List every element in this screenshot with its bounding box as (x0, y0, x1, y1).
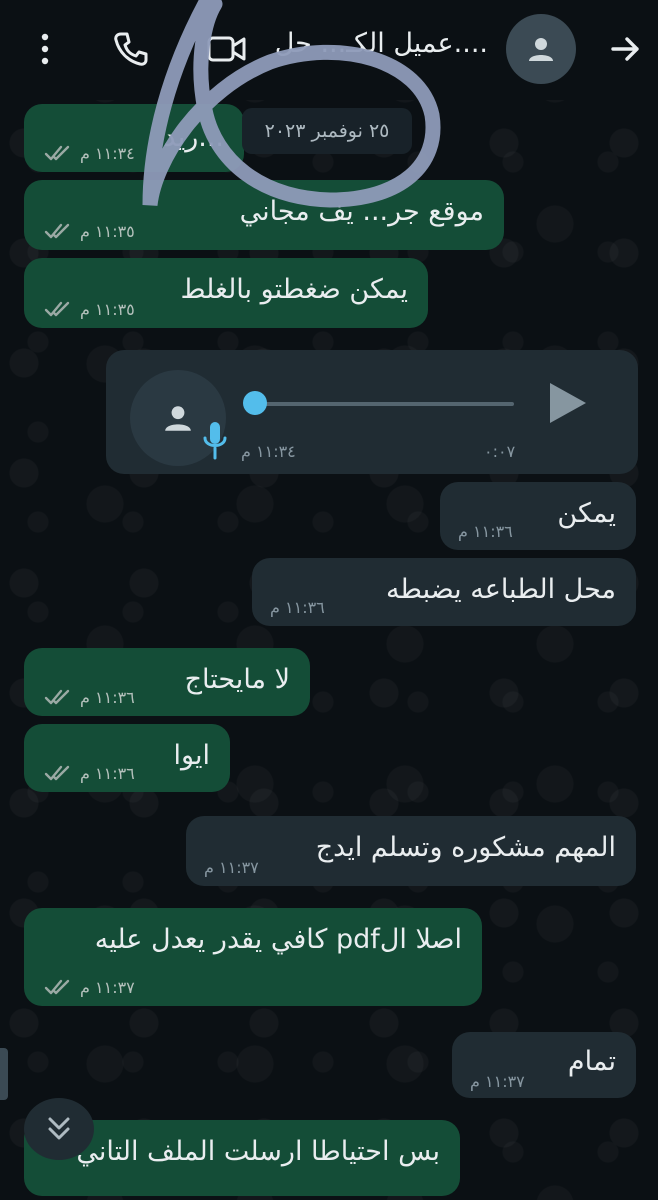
date-separator: ٢٥ نوفمبر ٢٠٢٣ (242, 108, 412, 154)
message-bubble-incoming[interactable]: محل الطباعه يضبطه ١١:٣٦ م (252, 558, 636, 626)
scroll-to-bottom-button[interactable] (24, 1098, 94, 1160)
message-time: ١١:٣٤ م (241, 442, 296, 461)
message-time: ١١:٣٧ م (470, 1072, 525, 1091)
double-chevron-down-icon (48, 1117, 70, 1140)
message-time: ١١:٣٦ م (458, 522, 513, 541)
message-time: ١١:٣٧ م (204, 858, 259, 877)
message-text: ايوا (173, 740, 210, 771)
message-text: لا مايحتاج (184, 664, 290, 695)
message-time: ١١:٣٥ م (80, 300, 135, 319)
message-bubble-incoming[interactable]: يمكن ١١:٣٦ م (440, 482, 636, 550)
read-receipt-icon (44, 223, 70, 239)
message-text: تمام (567, 1046, 616, 1077)
message-text: بس احتياطا ارسلت الملف التاني (76, 1136, 440, 1167)
message-text: يمكن ضغطتو بالغلط (180, 274, 408, 305)
read-receipt-icon (44, 301, 70, 317)
message-time: ١١:٣٦ م (80, 688, 135, 707)
contact-avatar[interactable] (506, 14, 576, 84)
message-text: اصلا الpdf كافي يقدر يعدل عليه (94, 924, 462, 955)
microphone-icon (203, 422, 227, 460)
voice-call-icon[interactable] (106, 24, 156, 74)
audio-progress-track[interactable] (256, 402, 514, 406)
read-receipt-icon (44, 145, 70, 161)
message-bubble-outgoing[interactable]: يمكن ضغطتو بالغلط ١١:٣٥ م (24, 258, 428, 328)
play-icon[interactable] (546, 380, 590, 426)
more-vertical-icon[interactable] (20, 24, 70, 74)
audio-seek-handle[interactable] (243, 391, 267, 415)
message-bubble-outgoing[interactable]: اصلا الpdf كافي يقدر يعدل عليه ١١:٣٧ م (24, 908, 482, 1006)
message-bubble-outgoing[interactable]: ايوا ١١:٣٦ م (24, 724, 230, 792)
message-time: ١١:٣٧ م (80, 978, 135, 997)
voice-message-bubble[interactable]: ١١:٣٤ م ٠:٠٧ (106, 350, 638, 474)
message-text: محل الطباعه يضبطه (385, 574, 616, 605)
chat-header: عميل الكـ... حل.... (0, 0, 658, 100)
message-time: ١١:٣٦ م (80, 764, 135, 783)
message-bubble-incoming[interactable]: تمام ١١:٣٧ م (452, 1032, 636, 1098)
voice-duration: ٠:٠٧ (484, 442, 516, 461)
message-time: ١١:٣٤ م (80, 144, 135, 163)
read-receipt-icon (44, 689, 70, 705)
message-bubble-outgoing[interactable]: موقع جر... يف مجاني ١١:٣٥ م (24, 180, 504, 250)
message-bubble-outgoing[interactable]: لا مايحتاج ١١:٣٦ م (24, 648, 310, 716)
message-text: يمكن (557, 498, 616, 529)
avatar-person-icon (529, 38, 553, 61)
contact-name[interactable]: عميل الكـ... حل.... (248, 22, 488, 66)
message-bubble-incoming[interactable]: المهم مشكوره وتسلم ايدج ١١:٣٧ م (186, 816, 636, 886)
back-arrow-icon[interactable] (600, 24, 650, 74)
message-time: ١١:٣٦ م (270, 598, 325, 617)
message-text: المهم مشكوره وتسلم ايدج (315, 832, 616, 863)
read-receipt-icon (44, 765, 70, 781)
avatar-person-icon (165, 406, 191, 431)
video-call-icon[interactable] (202, 24, 252, 74)
message-text: موقع جر... يف مجاني (239, 196, 484, 227)
message-text: ...ريد (163, 122, 224, 153)
read-receipt-icon (44, 979, 70, 995)
message-time: ١١:٣٥ م (80, 222, 135, 241)
message-bubble-outgoing[interactable]: ...ريد ١١:٣٤ م (24, 104, 244, 172)
edge-indicator (0, 1048, 8, 1100)
